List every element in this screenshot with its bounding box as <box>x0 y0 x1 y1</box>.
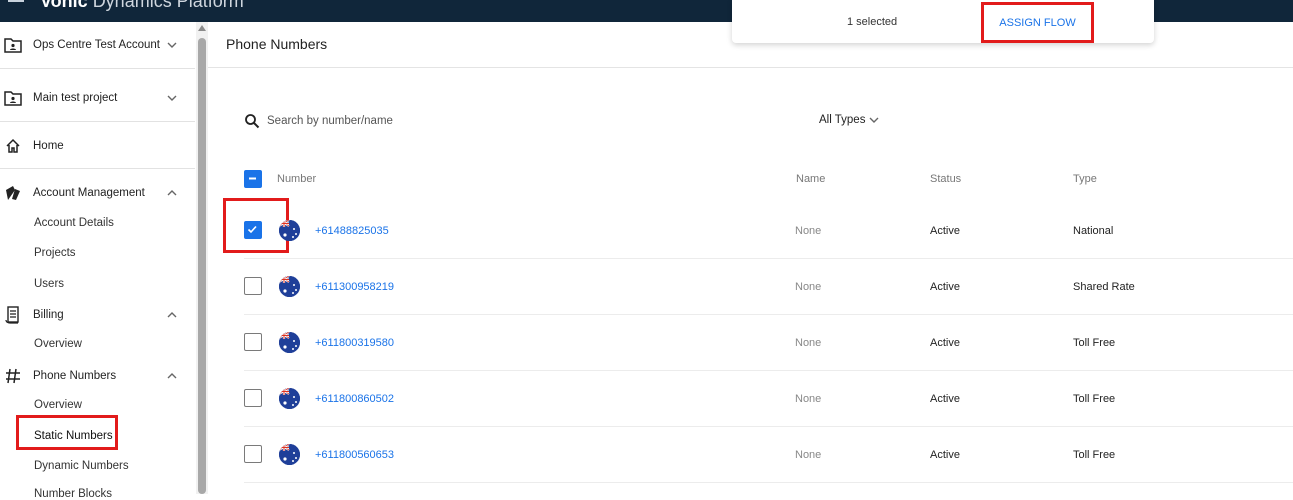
home-icon <box>4 137 22 155</box>
main-content: Phone Numbers Search by number/name All … <box>208 22 1293 494</box>
phone-number-link[interactable]: +611800860502 <box>315 393 394 405</box>
indeterminate-icon <box>249 177 256 180</box>
sidebar-divider <box>0 121 195 122</box>
sidebar-item-account-management[interactable]: Account Management <box>0 184 195 202</box>
number-name: None <box>795 281 822 293</box>
australia-flag-icon <box>279 332 300 353</box>
sidebar-item-label: Home <box>33 140 64 152</box>
chevron-up-icon <box>167 312 177 318</box>
page-title: Phone Numbers <box>226 36 328 52</box>
chevron-down-icon <box>167 42 177 48</box>
row-checkbox[interactable] <box>244 277 262 295</box>
phone-number-link[interactable]: +61488825035 <box>315 225 389 237</box>
number-status: Active <box>930 337 960 349</box>
row-divider <box>244 314 1293 315</box>
phone-number-link[interactable]: +611800560653 <box>315 449 394 461</box>
sidebar-item-billing[interactable]: Billing <box>0 306 195 324</box>
highlight-static-numbers <box>16 415 118 450</box>
number-status: Active <box>930 225 960 237</box>
project-selector[interactable]: Main test project <box>0 89 195 107</box>
selected-count: 1 selected <box>847 16 898 28</box>
chevron-down-icon <box>167 95 177 101</box>
select-all-checkbox[interactable] <box>244 170 262 188</box>
sidebar-subitem-dynamic-numbers[interactable]: Dynamic Numbers <box>34 460 129 472</box>
column-header-status[interactable]: Status <box>930 173 961 185</box>
sidebar-item-label: Account Management <box>33 187 145 199</box>
account-name: Ops Centre Test Account <box>33 39 160 51</box>
column-header-type[interactable]: Type <box>1073 173 1097 185</box>
project-folder-icon <box>4 89 22 107</box>
australia-flag-icon <box>279 220 300 241</box>
sidebar-item-label: Phone Numbers <box>33 370 117 382</box>
brand-logo: Vonic Dynamics Platform <box>40 0 244 12</box>
sidebar-divider <box>0 168 195 169</box>
column-header-number[interactable]: Number <box>277 173 316 185</box>
phone-number-link[interactable]: +611300958219 <box>315 281 394 293</box>
header-divider <box>208 67 1293 68</box>
row-checkbox[interactable] <box>244 333 262 351</box>
column-header-name[interactable]: Name <box>796 173 825 185</box>
sidebar-subitem-phone-overview[interactable]: Overview <box>34 399 82 411</box>
number-name: None <box>795 449 822 461</box>
number-type: National <box>1073 225 1114 237</box>
number-name: None <box>795 225 822 237</box>
receipt-icon <box>4 306 22 324</box>
search-input[interactable]: Search by number/name <box>267 115 393 127</box>
phone-number-link[interactable]: +611800319580 <box>315 337 394 349</box>
number-type: Toll Free <box>1073 449 1116 461</box>
number-type: Shared Rate <box>1073 281 1135 293</box>
sidebar-divider <box>0 68 195 69</box>
account-folder-icon <box>4 36 22 54</box>
sidebar-subitem-users[interactable]: Users <box>34 278 64 290</box>
cards-icon <box>4 184 22 202</box>
brand-name-bold: Vonic <box>40 0 88 11</box>
sidebar-item-label: Billing <box>33 309 64 321</box>
scroll-up-arrow-icon[interactable] <box>198 25 206 31</box>
australia-flag-icon <box>279 276 300 297</box>
number-status: Active <box>930 281 960 293</box>
chevron-up-icon <box>167 190 177 196</box>
project-name: Main test project <box>33 92 118 104</box>
number-name: None <box>795 393 822 405</box>
australia-flag-icon <box>279 444 300 465</box>
row-checkbox[interactable] <box>244 389 262 407</box>
hash-icon <box>4 367 22 385</box>
sidebar-subitem-number-blocks[interactable]: Number Blocks <box>34 488 112 500</box>
sidebar-subitem-billing-overview[interactable]: Overview <box>34 338 82 350</box>
type-filter-dropdown[interactable]: All Types <box>819 114 880 126</box>
number-status: Active <box>930 449 960 461</box>
row-checkbox[interactable] <box>244 445 262 463</box>
search-icon <box>245 114 260 129</box>
scrollbar-thumb[interactable] <box>198 38 206 494</box>
menu-icon[interactable] <box>8 0 24 2</box>
number-status: Active <box>930 393 960 405</box>
account-selector[interactable]: Ops Centre Test Account <box>0 36 195 54</box>
sidebar: Ops Centre Test Account Main test projec… <box>0 22 195 500</box>
chevron-down-icon <box>869 117 879 123</box>
number-type: Toll Free <box>1073 393 1116 405</box>
row-divider <box>244 370 1293 371</box>
selection-bar: 1 selected ASSIGN FLOW <box>732 0 1154 43</box>
sidebar-scrollbar[interactable] <box>196 22 208 494</box>
sidebar-item-phone-numbers[interactable]: Phone Numbers <box>0 367 195 385</box>
sidebar-subitem-projects[interactable]: Projects <box>34 247 76 259</box>
sidebar-item-home[interactable]: Home <box>0 137 195 155</box>
assign-flow-button[interactable]: ASSIGN FLOW <box>981 2 1094 43</box>
brand-name-light: Dynamics Platform <box>92 0 244 11</box>
number-type: Toll Free <box>1073 337 1116 349</box>
number-name: None <box>795 337 822 349</box>
sidebar-subitem-account-details[interactable]: Account Details <box>34 217 114 229</box>
search-box[interactable]: Search by number/name <box>244 113 393 129</box>
row-divider <box>244 426 1293 427</box>
type-filter-label: All Types <box>819 114 866 126</box>
row-divider <box>244 482 1293 483</box>
chevron-up-icon <box>167 373 177 379</box>
row-divider <box>244 258 1293 259</box>
australia-flag-icon <box>279 388 300 409</box>
